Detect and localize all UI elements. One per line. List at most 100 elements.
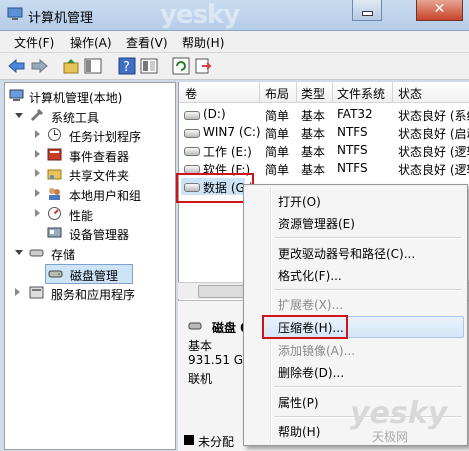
computer-icon [9,89,24,101]
disk-management-icon [48,270,63,278]
disk-icon [188,322,202,330]
tree-storage-label: 存储 [51,248,76,262]
back-arrow-icon[interactable] [8,58,26,74]
tree-system-tools-label: 系统工具 [51,111,100,125]
menu-open[interactable]: 打开(O) [278,193,321,210]
menu-add-mirror: 添加镜像(A)... [278,344,356,358]
legend-unallocated-label: 未分配 [198,435,235,449]
menu-help[interactable]: 帮助(H) [182,34,224,51]
window-title: 计算机管理 [28,11,94,26]
layout-cell: 简单 [265,145,290,159]
menu-delete-volume[interactable]: 删除卷(D)... [278,364,344,381]
corner-watermark-logo: yesky [350,396,448,431]
tree-storage[interactable]: 存储 [15,244,165,262]
tree-system-tools[interactable]: 系统工具 [15,107,165,125]
users-icon [49,188,60,200]
event-viewer-icon [47,148,62,161]
svg-text:?: ? [123,60,130,75]
status-cell: 状态良好 (启动 [398,127,469,141]
tree-shared-folders-label: 共享文件夹 [69,169,130,183]
expand-icon[interactable] [35,130,40,138]
toolbar: ? [0,53,469,80]
collapse-icon[interactable] [15,113,23,118]
tree-event-viewer-label: 事件查看器 [69,150,130,164]
properties-icon[interactable] [140,57,158,75]
storage-icon [29,249,44,257]
tree-root-label: 计算机管理(本地) [29,91,123,105]
menu-help-item[interactable]: 帮助(H) [278,423,320,440]
up-folder-icon[interactable] [62,57,80,75]
performance-icon [48,207,61,220]
menu-bar: 文件(F) 操作(A) 查看(V) 帮助(H) [0,31,469,53]
tree-root[interactable]: 计算机管理(本地) [9,87,169,105]
col-volume[interactable]: 卷 [185,85,197,102]
volume-name: WIN7 (C:) [203,125,261,139]
type-cell: 基本 [301,127,326,141]
navigation-tree: 计算机管理(本地) 系统工具 任务计划程序 事件查看器 共享文件夹 本地用户和组… [4,82,176,450]
tree-shared-folders[interactable]: 共享文件夹 [35,165,170,183]
menu-explorer[interactable]: 资源管理器(E) [278,215,355,232]
volume-name: 工作 (E:) [203,145,252,159]
col-type[interactable]: 类型 [301,85,325,102]
expand-icon[interactable] [35,150,40,158]
tree-device-manager-label: 设备管理器 [69,228,130,242]
expand-icon[interactable] [15,288,20,296]
close-button[interactable]: ✕ [416,0,463,21]
close-icon: ✕ [433,1,446,17]
menu-separator [274,237,462,239]
menu-action[interactable]: 操作(A) [70,34,112,51]
tree-disk-management-label: 磁盘管理 [70,269,119,283]
col-divider [332,82,333,102]
tree-device-manager[interactable]: 设备管理器 [47,224,170,242]
fs-cell: FAT32 [337,107,373,121]
menu-extend-volume: 扩展卷(X)... [278,298,344,312]
tree-services-apps-label: 服务和应用程序 [51,288,136,302]
menu-format[interactable]: 格式化(F)... [278,267,342,284]
menu-view[interactable]: 查看(V) [126,34,168,51]
drive-icon [184,129,200,138]
fs-cell: NTFS [337,161,368,175]
tree-disk-management[interactable]: 磁盘管理 [45,264,133,284]
collapse-icon[interactable] [15,250,23,255]
tree-event-viewer[interactable]: 事件查看器 [35,146,170,164]
fs-cell: NTFS [337,143,368,157]
tree-task-scheduler[interactable]: 任务计划程序 [35,126,170,144]
tools-icon [30,108,44,122]
layout-cell: 简单 [265,109,290,123]
status-cell: 状态良好 (逻辑 [398,163,469,177]
watermark: yesky [160,0,240,30]
menu-separator [274,386,462,388]
tree-performance-label: 性能 [69,209,94,223]
tree-local-users[interactable]: 本地用户和组 [35,185,170,203]
refresh-icon[interactable] [172,57,190,75]
col-divider [259,82,260,102]
title-bar: 计算机管理 yesky ✕ [0,0,469,31]
status-cell: 状态良好 (系统 [398,109,469,123]
menu-change-drive-letter[interactable]: 更改驱动器号和路径(C)... [278,245,415,262]
expand-icon[interactable] [35,169,40,177]
show-hide-tree-icon[interactable] [84,57,102,75]
layout-cell: 简单 [265,163,290,177]
expand-icon[interactable] [35,209,40,217]
disk-size: 931.51 GB [188,353,252,367]
type-cell: 基本 [301,145,326,159]
menu-separator [274,289,462,291]
legend-unallocated-swatch [184,435,194,445]
expand-icon[interactable] [35,189,40,197]
tree-services-apps[interactable]: 服务和应用程序 [15,284,170,302]
disk-type: 基本 [188,339,213,353]
export-list-icon[interactable] [194,57,212,75]
drive-icon [184,111,200,120]
minimize-button[interactable] [352,0,382,21]
forward-arrow-icon[interactable] [30,58,48,74]
tree-performance[interactable]: 性能 [35,205,170,223]
help-icon[interactable]: ? [118,57,136,75]
menu-properties[interactable]: 属性(P) [278,394,319,411]
col-filesystem[interactable]: 文件系统 [337,85,385,102]
menu-file[interactable]: 文件(F) [14,34,54,51]
col-status[interactable]: 状态 [398,85,422,102]
type-cell: 基本 [301,109,326,123]
col-layout[interactable]: 布局 [265,85,289,102]
status-cell: 状态良好 (逻辑 [398,145,469,159]
drive-icon [184,147,200,156]
